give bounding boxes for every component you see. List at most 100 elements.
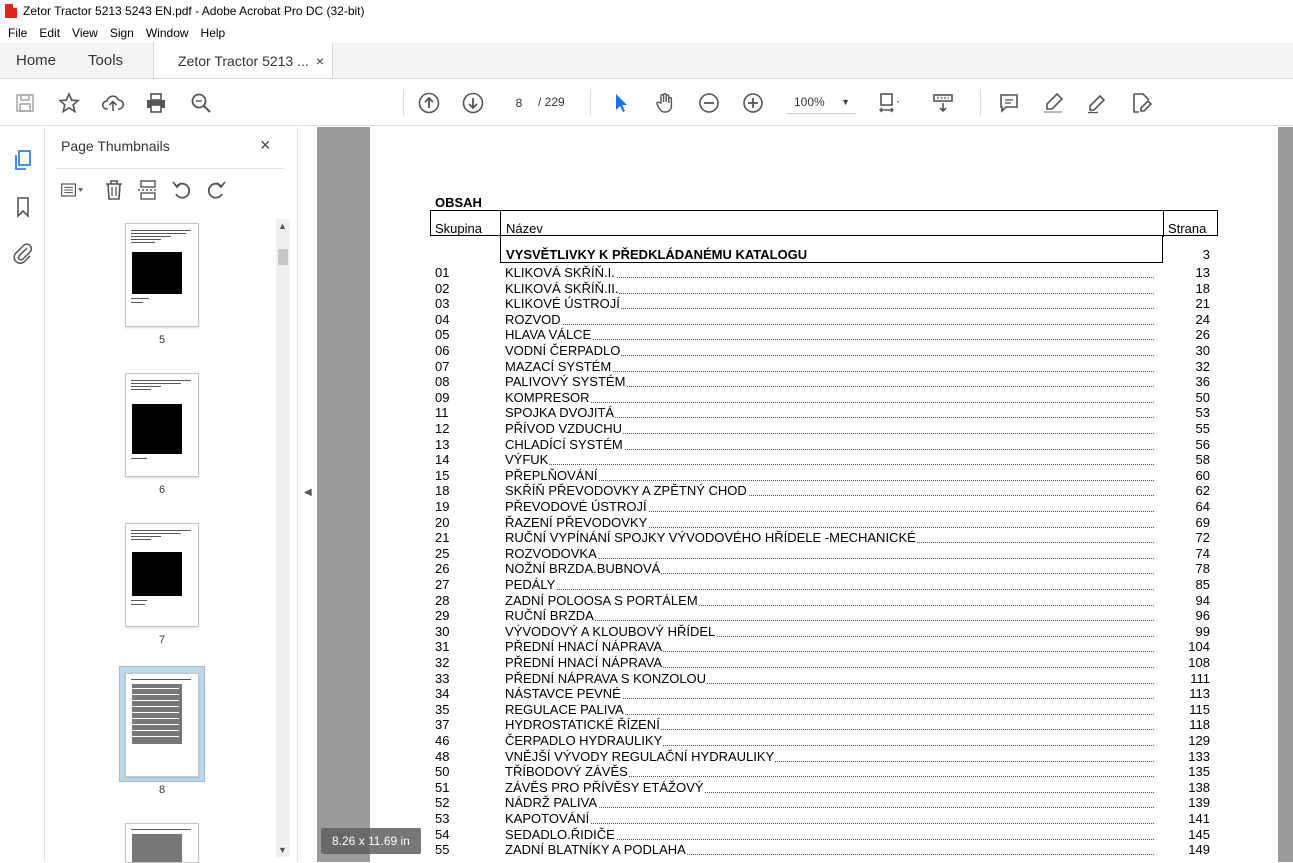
zoom-out-icon[interactable] [696, 90, 722, 116]
group-number: 32 [435, 655, 450, 670]
page-thumbnails-icon[interactable] [10, 147, 36, 173]
hand-tool-icon[interactable] [652, 90, 678, 116]
zoom-select[interactable]: 100% ▼ [786, 90, 856, 114]
upload-cloud-icon[interactable] [100, 90, 126, 116]
section-name: KOMPRESOR [505, 389, 591, 406]
page-number: 138 [1188, 779, 1210, 795]
intro-title: VYSVĚTLIVKY K PŘEDKLÁDANÉMU KATALOGU [506, 247, 808, 262]
table-row: 28 ZADNÍ POLOOSA S PORTÁLEM 94 [370, 592, 1278, 609]
section-name: VÝVODOVÝ A KLOUBOVÝ HŘÍDEL [505, 623, 717, 640]
dot-leader [510, 468, 1154, 481]
options-menu-icon[interactable] [60, 178, 84, 202]
table-row: 35 REGULACE PALIVA 115 [370, 701, 1278, 718]
page-number-input[interactable]: 8 [505, 90, 533, 114]
draw-sign-icon[interactable] [1084, 90, 1110, 116]
section-name: PŘEPLŇOVÁNÍ [505, 467, 599, 484]
collapse-panel-handle[interactable]: ◀ [297, 127, 317, 862]
menu-sign[interactable]: Sign [106, 26, 138, 40]
table-row: 27 PEDÁLY 85 [370, 577, 1278, 593]
pdf-page: OBSAH Skupina Název Strana VYSVĚTLIVKY K… [370, 127, 1278, 862]
section-name: NÁDRŽ PALIVA [505, 795, 598, 811]
comment-icon[interactable] [996, 90, 1022, 116]
page-number: 149 [1188, 842, 1210, 858]
tab-home[interactable]: Home [0, 43, 72, 78]
section-name: MAZACÍ SYSTÉM [505, 358, 613, 375]
page-number: 78 [1195, 561, 1210, 577]
zoom-in-icon[interactable] [740, 90, 766, 116]
panel-close-button[interactable]: × [260, 135, 271, 156]
page-number: 18 [1195, 280, 1210, 296]
table-row: 07 MAZACÍ SYSTÉM 32 [370, 358, 1278, 375]
group-number: 50 [435, 764, 450, 780]
page-number: 60 [1195, 467, 1210, 483]
highlight-pen-icon[interactable] [1040, 90, 1066, 116]
select-pointer-icon[interactable] [608, 90, 634, 116]
menu-view[interactable]: View [68, 26, 102, 40]
page-thumbnail[interactable] [125, 823, 199, 863]
page-number: 58 [1195, 452, 1210, 468]
dot-leader [510, 327, 1154, 341]
rotate-counterclockwise-icon[interactable] [170, 178, 194, 202]
chevron-down-icon: ▼ [841, 97, 850, 107]
group-number: 37 [435, 717, 450, 733]
fit-page-icon[interactable] [876, 90, 902, 116]
page-thumbnail[interactable] [125, 223, 199, 327]
section-name: ZADNÍ BLATNÍKY A PODLAHA [505, 842, 687, 858]
zoom-search-icon[interactable] [188, 90, 214, 116]
section-name: PŘEDNÍ HNACÍ NÁPRAVA [505, 639, 663, 655]
page-number: 129 [1188, 733, 1210, 748]
edit-document-icon[interactable] [1128, 90, 1154, 116]
attachment-icon[interactable] [10, 240, 36, 266]
group-number: 51 [435, 779, 450, 795]
scroll-mode-icon[interactable] [930, 90, 956, 116]
table-row: 12 PŘÍVOD VZDUCHU 55 [370, 421, 1278, 437]
page-number: 56 [1195, 436, 1210, 452]
table-row: 13 CHLADÍCÍ SYSTÉM 56 [370, 436, 1278, 453]
page-thumbnail-selected[interactable] [125, 673, 199, 777]
thumbnail-scrollbar[interactable]: ▲ ▼ [276, 219, 290, 857]
menu-file[interactable]: File [4, 26, 31, 40]
section-name: SKŘÍŇ PŘEVODOVKY A ZPĚTNÝ CHOD [505, 483, 748, 499]
table-row: 05 HLAVA VÁLCE 26 [370, 327, 1278, 343]
dot-leader [510, 608, 1154, 622]
scroll-up-icon[interactable]: ▲ [278, 221, 287, 231]
tab-close-button[interactable]: × [316, 53, 324, 69]
menu-edit[interactable]: Edit [35, 26, 64, 40]
group-number: 05 [435, 327, 450, 343]
save-icon[interactable] [12, 90, 38, 116]
scrollbar-thumb[interactable] [278, 249, 288, 265]
page-number: 69 [1195, 514, 1210, 530]
print-icon[interactable] [143, 90, 169, 116]
dot-leader [510, 795, 1154, 809]
next-page-icon[interactable] [460, 90, 486, 116]
tab-document[interactable]: Zetor Tractor 5213 ... × [153, 43, 334, 78]
star-icon[interactable] [56, 90, 82, 116]
delete-icon[interactable] [102, 178, 126, 202]
bookmark-icon[interactable] [10, 194, 36, 220]
section-name: PŘÍVOD VZDUCHU [505, 421, 624, 437]
table-row: 21 RUČNÍ VYPÍNÁNÍ SPOJKY VÝVODOVÉHO HŘÍDE… [370, 530, 1278, 546]
document-viewer[interactable]: OBSAH Skupina Název Strana VYSVĚTLIVKY K… [317, 127, 1293, 862]
page-number: 145 [1188, 826, 1210, 842]
table-row: 14 VÝFUK 58 [370, 452, 1278, 468]
page-number: 55 [1195, 421, 1210, 436]
page-number: 32 [1195, 358, 1210, 374]
group-number: 28 [435, 592, 450, 608]
previous-page-icon[interactable] [416, 90, 442, 116]
insert-page-icon[interactable] [136, 178, 160, 202]
toolbar-separator [403, 89, 404, 115]
group-number: 18 [435, 483, 450, 499]
menu-help[interactable]: Help [197, 26, 230, 40]
page-thumbnail[interactable] [125, 373, 199, 477]
table-row: 02 KLIKOVÁ SKŘÍŇ.II. 18 [370, 280, 1278, 297]
tab-tools[interactable]: Tools [72, 43, 139, 78]
section-name: RUČNÍ BRZDA [505, 608, 595, 624]
group-number: 13 [435, 436, 450, 452]
rotate-clockwise-icon[interactable] [204, 178, 228, 202]
scroll-down-icon[interactable]: ▼ [278, 845, 287, 855]
page-number: 104 [1188, 639, 1210, 655]
page-thumbnail[interactable] [125, 523, 199, 627]
section-name: VODNÍ ČERPADLO [505, 343, 622, 359]
table-row: 15 PŘEPLŇOVÁNÍ 60 [370, 467, 1278, 484]
menu-window[interactable]: Window [142, 26, 193, 40]
